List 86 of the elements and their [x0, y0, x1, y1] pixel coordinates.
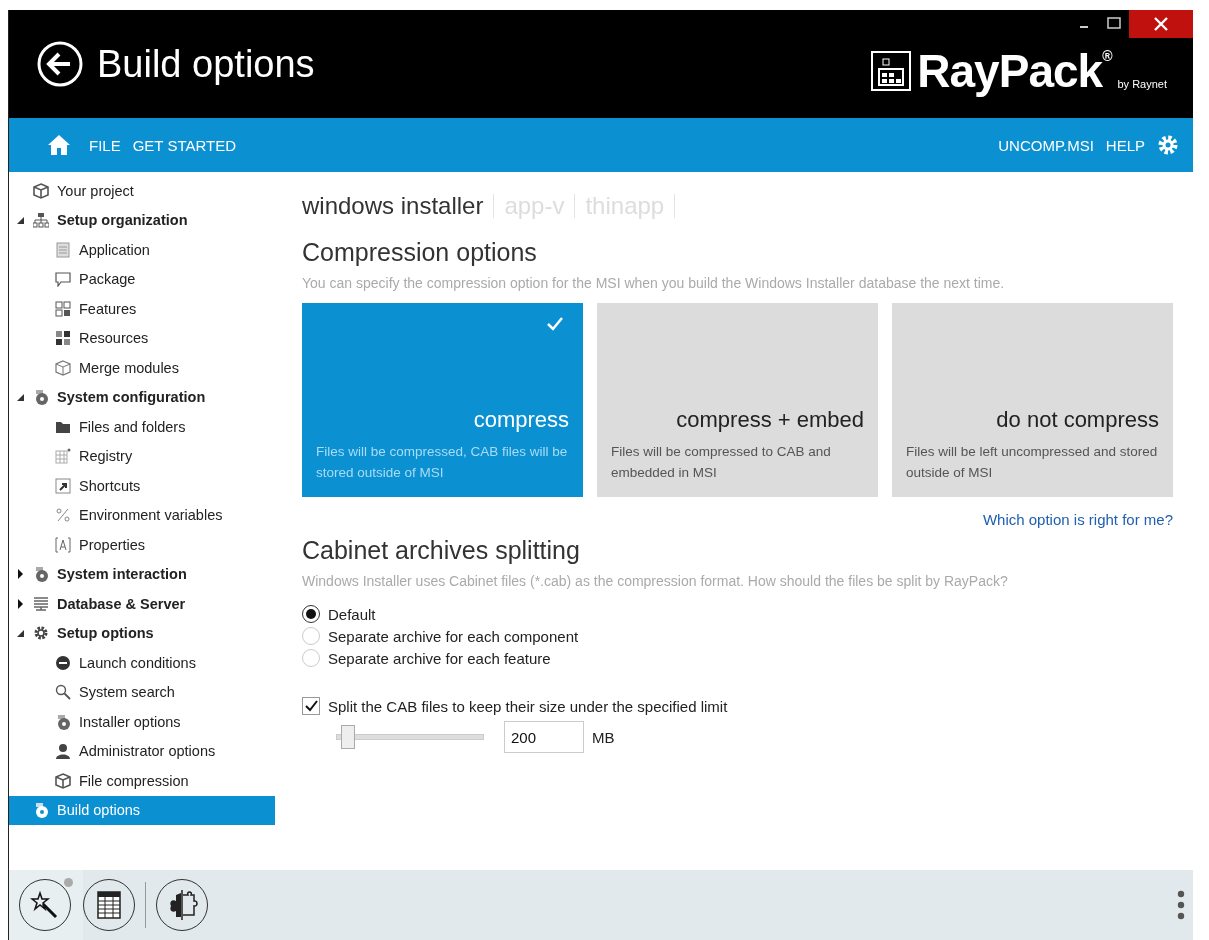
notification-dot [64, 878, 73, 887]
tree-item[interactable]: Setup options [9, 618, 275, 648]
bracket-a-icon [55, 536, 71, 553]
table-icon [96, 890, 122, 920]
slider-thumb[interactable] [340, 725, 355, 749]
disc-icon [55, 713, 71, 730]
home-icon[interactable] [47, 134, 71, 156]
checkbox-label[interactable]: Split the CAB files to keep their size under the specified limit [328, 697, 728, 715]
tree-item[interactable]: Database & Server [9, 589, 275, 619]
close-icon [1154, 17, 1168, 31]
tree-item[interactable]: Package [9, 264, 275, 294]
tab[interactable]: windows installer [302, 194, 495, 218]
option-card[interactable]: compress + embed Files will be compressed to CAB and embedded in MSI [597, 303, 878, 497]
section-heading: Cabinet archives splitting [302, 536, 581, 565]
tree-item[interactable]: Shortcuts [9, 471, 275, 501]
section-description: You can specify the compression option for the MSI when you build the Windows Installer database the next time. [302, 275, 1006, 291]
tree-item[interactable]: Files and folders [9, 412, 275, 442]
size-slider[interactable] [336, 725, 484, 749]
more-icon[interactable] [1177, 890, 1185, 920]
tree-item[interactable]: Features [9, 294, 275, 324]
menu-link[interactable]: UNCOMP.MSI [998, 136, 1094, 154]
cube-icon [55, 359, 71, 376]
check-icon [547, 317, 563, 331]
expand-arrow-icon[interactable] [15, 215, 25, 226]
tree-item[interactable]: Administrator options [9, 736, 275, 766]
tree-item[interactable]: Setup organization [9, 205, 275, 235]
squares-icon [55, 330, 71, 347]
radio-label[interactable]: Separate archive for each component [328, 627, 579, 645]
tree-item[interactable]: Application [9, 235, 275, 265]
option-card[interactable]: compress Files will be compressed, CAB files will be stored outside of MSI [302, 303, 583, 497]
minus-circle-icon [55, 654, 71, 671]
window-title: Build options [97, 42, 316, 86]
shortcut-icon [55, 477, 71, 494]
tree-item[interactable]: Resources [9, 323, 275, 353]
option-card[interactable]: do not compress Files will be left uncompressed and stored outside of MSI [892, 303, 1173, 497]
cube-icon [55, 772, 71, 789]
expand-arrow-icon[interactable] [15, 569, 25, 580]
tree-item[interactable]: Installer options [9, 707, 275, 737]
section-description: Windows Installer uses Cabinet files (*.cab) as the compression format. How should the files be split by RayPack? [302, 573, 1009, 589]
cube-icon [33, 182, 49, 199]
menu-link[interactable]: FILE [89, 136, 121, 154]
person-icon [55, 743, 71, 760]
logo-icon [871, 51, 912, 91]
size-input-field[interactable]: 200 [504, 721, 584, 753]
minimize-icon [1080, 26, 1088, 28]
menu-link[interactable]: GET STARTED [132, 136, 237, 154]
server-icon [33, 595, 49, 612]
search-icon [55, 684, 71, 701]
tree-item[interactable]: System interaction [9, 559, 275, 589]
logo-byline: by Raynet [1117, 78, 1167, 90]
tree-item[interactable]: File compression [9, 766, 275, 796]
disc-icon [33, 566, 49, 583]
grid-icon [55, 300, 71, 317]
expand-arrow-icon[interactable] [15, 598, 25, 609]
tree-item[interactable]: Launch conditions [9, 648, 275, 678]
radio-button[interactable] [302, 605, 320, 623]
disc-icon [33, 802, 49, 819]
menu-link[interactable]: HELP [1105, 136, 1145, 154]
expand-arrow-icon[interactable] [15, 628, 25, 639]
sitemap-icon [33, 212, 49, 229]
speech-bubble-icon [55, 271, 71, 288]
unit-label: MB [592, 728, 615, 746]
settings-icon[interactable] [1157, 134, 1179, 156]
section-heading: Compression options [302, 238, 538, 267]
gear-icon [33, 625, 49, 642]
table-icon [55, 448, 71, 465]
maximize-icon [1107, 17, 1121, 29]
tree-item[interactable]: Build options [9, 795, 275, 825]
radio-label[interactable]: Separate archive for each feature [328, 649, 551, 667]
close-button[interactable] [1129, 10, 1193, 38]
tree-item[interactable]: System search [9, 677, 275, 707]
tree-item[interactable]: Merge modules [9, 353, 275, 383]
magic-wand-icon [30, 890, 60, 920]
tree-item[interactable]: System configuration [9, 382, 275, 412]
back-icon[interactable] [37, 41, 83, 87]
disc-icon [33, 389, 49, 406]
tree-item[interactable]: Your project [9, 176, 275, 206]
percent-icon [55, 507, 71, 524]
checkbox[interactable] [302, 697, 320, 715]
tree-item[interactable]: Environment variables [9, 500, 275, 530]
tree-item[interactable]: Registry [9, 441, 275, 471]
radio-label[interactable]: Default [328, 605, 376, 623]
document-icon [55, 241, 71, 258]
tree-item[interactable]: Properties [9, 530, 275, 560]
expand-arrow-icon[interactable] [15, 392, 25, 403]
option-advice-link[interactable]: Which option is right for me? [982, 511, 1173, 528]
